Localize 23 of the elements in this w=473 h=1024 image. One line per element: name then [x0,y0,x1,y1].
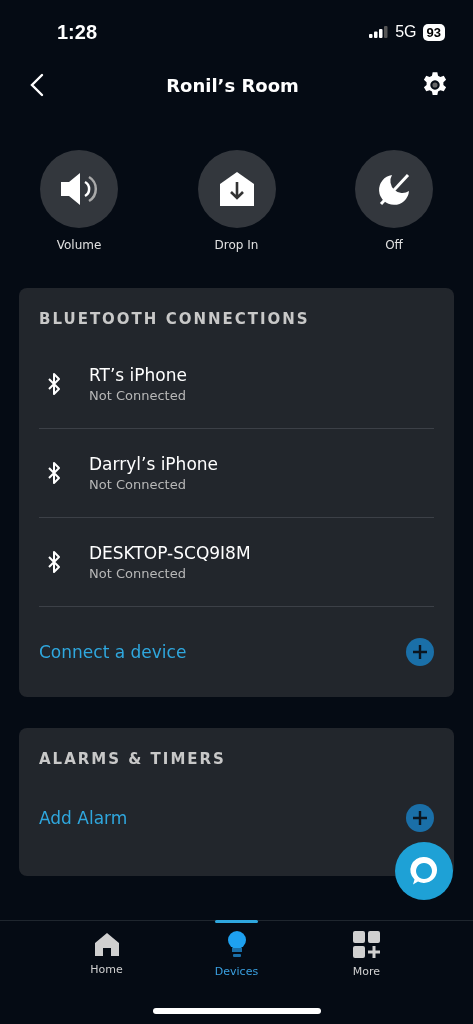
section-title: ALARMS & TIMERS [39,750,227,768]
action-label: Volume [56,238,102,252]
device-row[interactable]: RT’s iPhone Not Connected [39,340,434,429]
device-name: RT’s iPhone [89,365,187,385]
battery-level: 93 [422,23,445,41]
action-label: Off [385,238,403,252]
device-status: Not Connected [89,388,187,403]
device-name: Darryl’s iPhone [89,454,219,474]
nav-tab[interactable]: Devices [209,921,264,978]
device-name: DESKTOP-SCQ9I8M [89,543,251,563]
page-title: Ronil’s Room [166,74,299,96]
connect-device-link[interactable]: Connect a device [39,642,187,662]
device-status: Not Connected [89,566,187,581]
device-status: Not Connected [89,477,187,492]
device-row[interactable]: Darryl’s iPhone Not Connected [39,429,434,518]
network-label: 5G [395,23,417,41]
nav-tab[interactable]: Home [79,921,134,978]
status-time: 1:28 [57,20,98,44]
device-row[interactable]: DESKTOP-SCQ9I8M Not Connected [39,518,434,607]
add-alarm-link[interactable]: Add Alarm [39,808,128,828]
action-label: Drop In [214,238,259,252]
nav-tab[interactable]: More [339,921,394,978]
section-title: BLUETOOTH CONNECTIONS [39,310,311,328]
